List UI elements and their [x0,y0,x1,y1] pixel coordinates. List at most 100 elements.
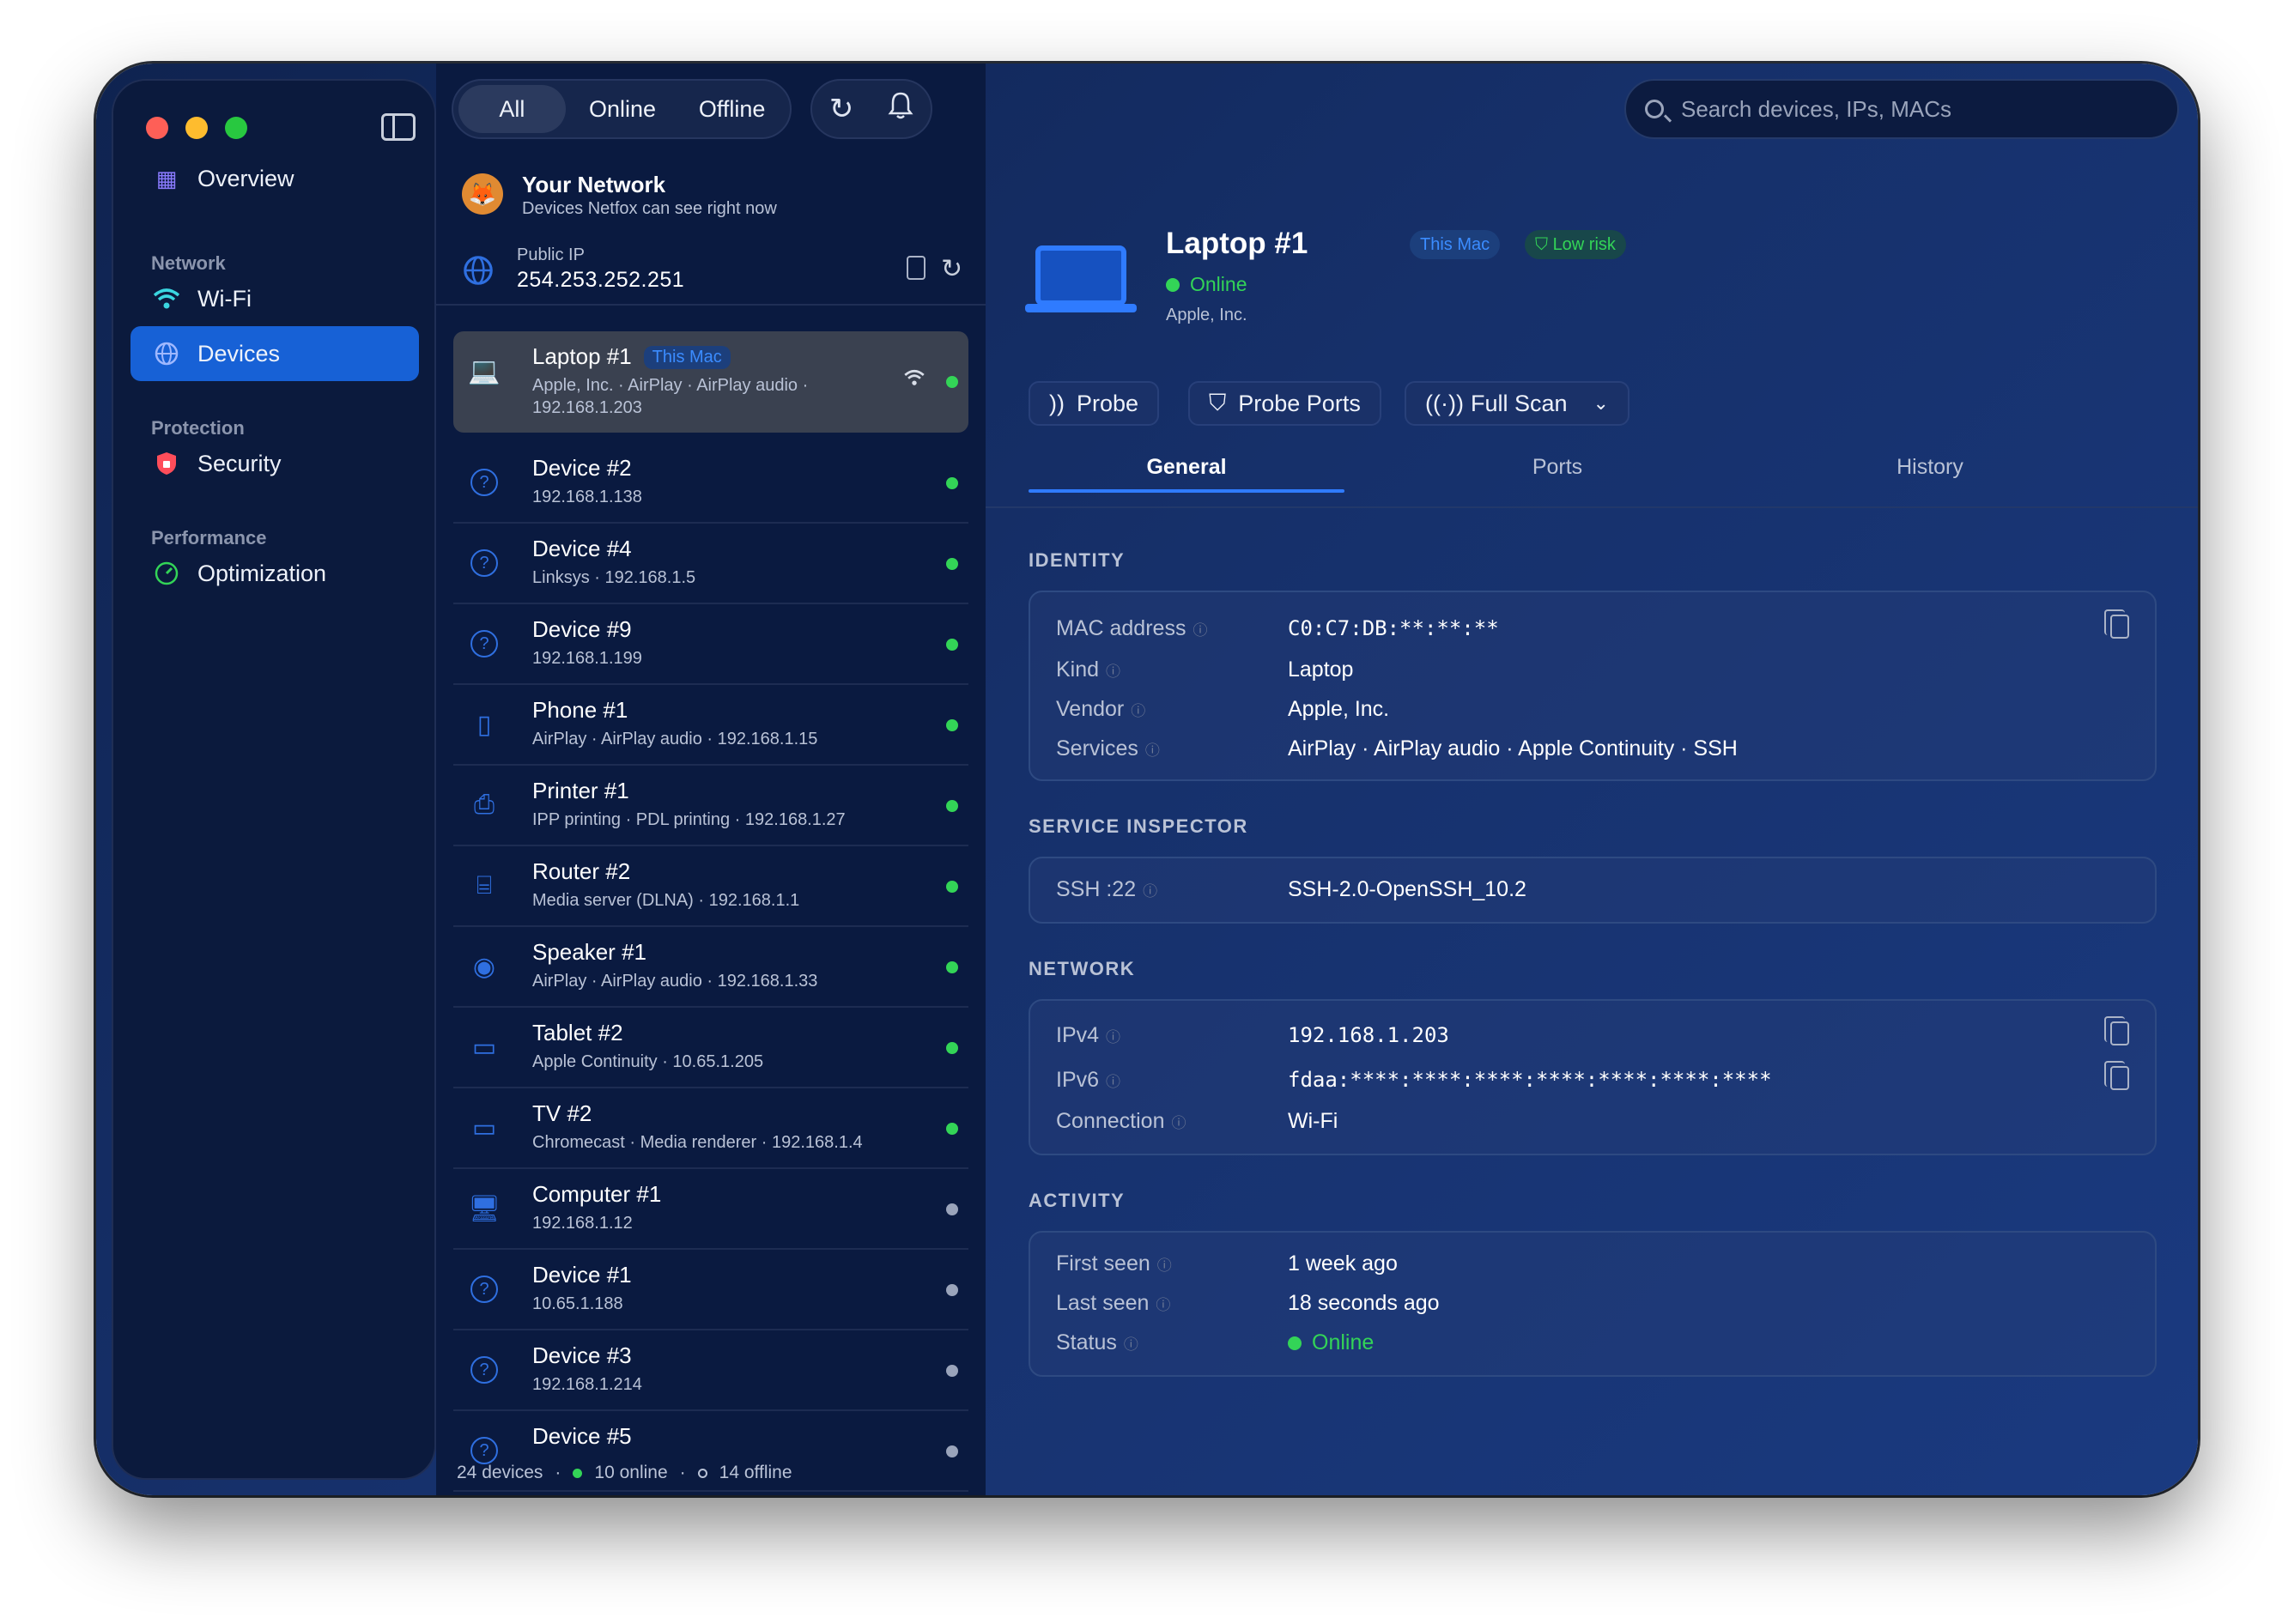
grid-icon: ▦ [155,165,178,191]
sidebar-item-optimization[interactable]: Optimization [130,546,419,601]
refresh-icon[interactable]: ↻ [829,92,854,126]
copy-icon[interactable] [2104,1061,2129,1090]
device-name: Router #2 [532,858,631,884]
router-icon: ⌸ [476,871,492,900]
service-card: SSH :22 ⓘ SSH-2.0-OpenSSH_10.2 [1029,857,2157,924]
sidebar-toggle-icon[interactable] [381,113,416,141]
online-dot-icon [946,961,958,973]
ssh-value: SSH-2.0-OpenSSH_10.2 [1288,877,1526,901]
online-dot-icon [946,1042,958,1054]
device-row[interactable]: ▭ Tablet #2 Apple Continuity · 10.65.1.205 [453,1008,968,1088]
filter-offline[interactable]: Offline [679,85,785,133]
copy-icon[interactable] [2104,609,2129,639]
online-dot-icon [946,639,958,651]
section-service-inspector: SERVICE INSPECTOR [1029,815,1248,837]
device-row[interactable]: ? Device #3 192.168.1.214 [453,1330,968,1411]
offline-dot-icon [946,1445,958,1457]
info-icon: ⓘ [1193,622,1208,639]
offline-dot-icon [697,1468,707,1478]
sidebar-item-label: Devices [197,340,281,367]
this-mac-badge: This Mac [1410,230,1501,259]
device-name: Device #2 [532,455,632,481]
divider [986,506,2198,508]
public-ip-value: 254.253.252.251 [517,268,685,292]
app-window: ▦ Overview Network Wi-Fi Devices Protect… [96,64,2198,1495]
device-subtitle: AirPlay · AirPlay audio · 192.168.1.15 [532,730,818,748]
device-row[interactable]: ▭ TV #2 Chromecast · Media renderer · 192.… [453,1088,968,1169]
ipv4-label: IPv4 ⓘ [1056,1023,1121,1047]
phone-icon: ▯ [476,710,492,739]
laptop-icon: 💻 [468,356,501,385]
sidebar-item-label: Wi-Fi [197,285,252,312]
activity-card: First seen ⓘ 1 week ago Last seen ⓘ 18 sec… [1029,1231,2157,1377]
filter-online[interactable]: Online [566,85,680,133]
device-row[interactable]: ▯ Phone #1 AirPlay · AirPlay audio · 192.1… [453,685,968,766]
device-subtitle: AirPlay · AirPlay audio · 192.168.1.33 [532,972,818,991]
mac-address-value: C0:C7:DB:**:**:** [1288,616,1499,640]
minimize-window-button[interactable] [185,117,208,139]
public-ip-label: Public IP [517,245,585,264]
filter-all[interactable]: All [458,85,566,133]
device-subtitle: 10.65.1.188 [532,1294,623,1313]
identity-card: MAC address ⓘ C0:C7:DB:**:**:** Kind ⓘ Lap… [1029,591,2157,781]
divider [436,304,986,306]
sidebar-item-overview[interactable]: ▦ Overview [130,151,419,206]
device-row[interactable]: ⎙ Printer #1 IPP printing · PDL printing ·… [453,766,968,846]
info-icon: ⓘ [1123,1336,1138,1353]
device-name: Device #9 [532,616,632,642]
device-vendor: Apple, Inc. [1166,306,1247,324]
device-count: 24 devices [457,1463,543,1482]
device-row[interactable]: ? Device #2 192.168.1.138 [453,443,968,524]
device-subtitle: 192.168.1.12 [532,1214,633,1233]
network-subtitle: Devices Netfox can see right now [522,199,777,218]
offline-dot-icon [946,1284,958,1296]
device-name: Device #5 [532,1423,632,1449]
zoom-window-button[interactable] [225,117,247,139]
netfox-logo-icon: 🦊 [462,173,503,215]
device-row-selected[interactable]: 💻 Laptop #1 This Mac Apple, Inc. · AirPlay … [453,331,968,433]
offline-count: 14 offline [719,1463,792,1482]
vendor-value: Apple, Inc. [1288,697,1390,721]
device-title: Laptop #1 [1166,227,1308,260]
offline-dot-icon [946,1365,958,1377]
sidebar-item-devices[interactable]: Devices [130,326,419,381]
status-label: Status ⓘ [1056,1330,1138,1354]
connection-label: Connection ⓘ [1056,1109,1186,1133]
public-ip-globe-icon [462,254,495,294]
device-name: Laptop #1 This Mac [532,343,731,370]
device-subtitle: 192.168.1.138 [532,488,642,506]
kind-value: Laptop [1288,657,1354,682]
info-icon: ⓘ [1144,742,1160,759]
status-value: Online [1288,1330,1374,1355]
online-dot-icon [946,558,958,570]
tab-general[interactable]: General [1029,455,1344,480]
detail-tabs: General Ports History [1029,410,2196,493]
device-row[interactable]: ? Device #1 10.65.1.188 [453,1250,968,1330]
device-row[interactable]: ? Device #9 192.168.1.199 [453,604,968,685]
device-row[interactable]: ? Device #4 Linksys · 192.168.1.5 [453,524,968,604]
copy-ip-icon[interactable] [907,256,925,280]
tab-history[interactable]: History [1772,455,2088,480]
device-row[interactable]: ◉ Speaker #1 AirPlay · AirPlay audio · 192… [453,927,968,1008]
refresh-ip-icon[interactable]: ↻ [941,254,962,284]
tab-ports[interactable]: Ports [1399,455,1715,480]
info-icon: ⓘ [1171,1115,1186,1131]
sidebar-item-security[interactable]: Security [130,436,419,491]
device-row[interactable]: ⌸ Router #2 Media server (DLNA) · 192.168.… [453,846,968,927]
desktop-icon: 🖥 [467,1194,501,1223]
close-window-button[interactable] [146,117,168,139]
bell-icon[interactable] [888,91,913,128]
globe-icon [149,341,184,367]
online-count: 10 online [594,1463,668,1482]
risk-badge: ⛉ Low risk [1525,230,1626,259]
search-input[interactable]: Search devices, IPs, MACs [1681,96,1951,123]
sidebar-item-wifi[interactable]: Wi-Fi [130,271,419,326]
copy-icon[interactable] [2104,1016,2129,1045]
status-dot-icon [1288,1336,1302,1350]
list-footer: 24 devices · 10 online · 14 offline [457,1463,792,1482]
search-field[interactable]: Search devices, IPs, MACs [1624,79,2179,139]
device-row[interactable]: 🖥 Computer #1 192.168.1.12 [453,1169,968,1250]
first-seen-value: 1 week ago [1288,1251,1398,1276]
info-icon: ⓘ [1156,1297,1171,1313]
section-identity: IDENTITY [1029,549,1126,571]
